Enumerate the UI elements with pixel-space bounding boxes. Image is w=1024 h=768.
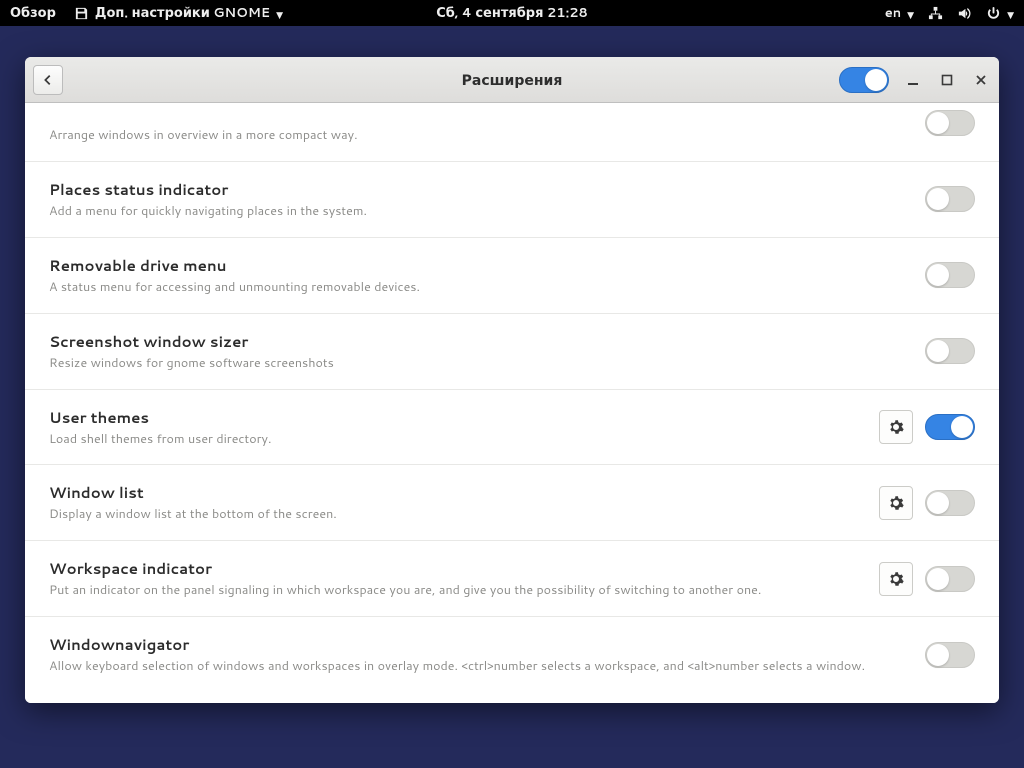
extension-text: Window list Display a window list at the … [49, 482, 879, 523]
extension-controls [879, 410, 975, 444]
chevron-down-icon: ▼ [1007, 8, 1014, 21]
extension-settings-button[interactable] [879, 562, 913, 596]
extension-text: Windownavigator Allow keyboard selection … [49, 634, 925, 675]
keyboard-label: en [885, 4, 901, 22]
extension-controls [925, 642, 975, 668]
extension-text: Native Window placementArrange windows i… [49, 103, 925, 144]
extension-title: Removable drive menu [49, 255, 925, 276]
extensions-window: Расширения Native Window placementArrang… [25, 57, 999, 703]
extension-controls [925, 110, 975, 136]
extension-controls [879, 486, 975, 520]
back-button[interactable] [33, 65, 63, 95]
app-menu-label: Доп. настройки GNOME [95, 4, 270, 22]
extension-description: Add a menu for quickly navigating places… [49, 203, 925, 220]
gear-icon [888, 419, 904, 435]
extension-row: Window list Display a window list at the … [25, 465, 999, 541]
gear-icon [888, 571, 904, 587]
extension-controls [925, 186, 975, 212]
extension-toggle[interactable] [925, 110, 975, 136]
volume-icon[interactable] [957, 6, 972, 21]
chevron-down-icon: ▼ [907, 8, 914, 21]
extension-description: Arrange windows in overview in a more co… [49, 127, 925, 144]
activities-button[interactable]: Обзор [10, 4, 56, 22]
extension-text: Screenshot window sizer Resize windows fo… [49, 331, 925, 372]
clock-label: Сб, 4 сентября 21:28 [436, 4, 588, 22]
extension-controls [925, 338, 975, 364]
extension-row: Places status indicator Add a menu for qu… [25, 162, 999, 238]
save-icon [74, 6, 89, 21]
extension-text: Removable drive menu A status menu for ac… [49, 255, 925, 296]
keyboard-indicator[interactable]: en ▼ [885, 4, 914, 22]
gear-icon [888, 495, 904, 511]
network-icon[interactable] [928, 6, 943, 21]
extension-text: Workspace indicator Put an indicator on t… [49, 558, 879, 599]
extension-row: Windownavigator Allow keyboard selection … [25, 617, 999, 701]
extension-settings-button[interactable] [879, 410, 913, 444]
extension-text: User themes Load shell themes from user d… [49, 407, 879, 448]
titlebar: Расширения [25, 57, 999, 103]
extension-row: Native Window placementArrange windows i… [25, 103, 999, 162]
extensions-list: Native Window placementArrange windows i… [25, 103, 999, 703]
extension-row: Removable drive menu A status menu for ac… [25, 238, 999, 314]
extension-title: Window list [49, 482, 879, 503]
minimize-button[interactable] [903, 70, 923, 90]
extension-controls [879, 562, 975, 596]
gnome-top-panel: Обзор Доп. настройки GNOME ▼ Сб, 4 сентя… [0, 0, 1024, 26]
extension-row: User themes Load shell themes from user d… [25, 390, 999, 466]
extension-title: Places status indicator [49, 179, 925, 200]
extensions-master-toggle[interactable] [839, 67, 889, 93]
maximize-button[interactable] [937, 70, 957, 90]
window-title: Расширения [462, 70, 563, 90]
extension-description: Load shell themes from user directory. [49, 431, 879, 448]
extension-toggle[interactable] [925, 566, 975, 592]
extension-toggle[interactable] [925, 414, 975, 440]
extension-text: Places status indicator Add a menu for qu… [49, 179, 925, 220]
close-button[interactable] [971, 70, 991, 90]
extension-settings-button[interactable] [879, 486, 913, 520]
extension-title: User themes [49, 407, 879, 428]
power-icon [986, 6, 1001, 21]
extension-description: A status menu for accessing and unmounti… [49, 279, 925, 296]
extension-row: Screenshot window sizer Resize windows fo… [25, 314, 999, 390]
app-menu[interactable]: Доп. настройки GNOME ▼ [74, 4, 283, 22]
system-menu[interactable]: ▼ [986, 6, 1014, 21]
extension-description: Allow keyboard selection of windows and … [49, 658, 925, 675]
extension-description: Resize windows for gnome software screen… [49, 355, 925, 372]
chevron-down-icon: ▼ [276, 8, 283, 21]
extension-toggle[interactable] [925, 262, 975, 288]
extension-description: Put an indicator on the panel signaling … [49, 582, 879, 599]
extension-toggle[interactable] [925, 490, 975, 516]
clock[interactable]: Сб, 4 сентября 21:28 [436, 4, 588, 22]
extension-title: Workspace indicator [49, 558, 879, 579]
extension-title: Screenshot window sizer [49, 331, 925, 352]
extension-controls [925, 262, 975, 288]
extension-description: Display a window list at the bottom of t… [49, 506, 879, 523]
extension-toggle[interactable] [925, 642, 975, 668]
activities-label: Обзор [10, 4, 56, 22]
extension-row: Workspace indicator Put an indicator on t… [25, 541, 999, 617]
extension-title: Windownavigator [49, 634, 925, 655]
extension-toggle[interactable] [925, 186, 975, 212]
extension-toggle[interactable] [925, 338, 975, 364]
